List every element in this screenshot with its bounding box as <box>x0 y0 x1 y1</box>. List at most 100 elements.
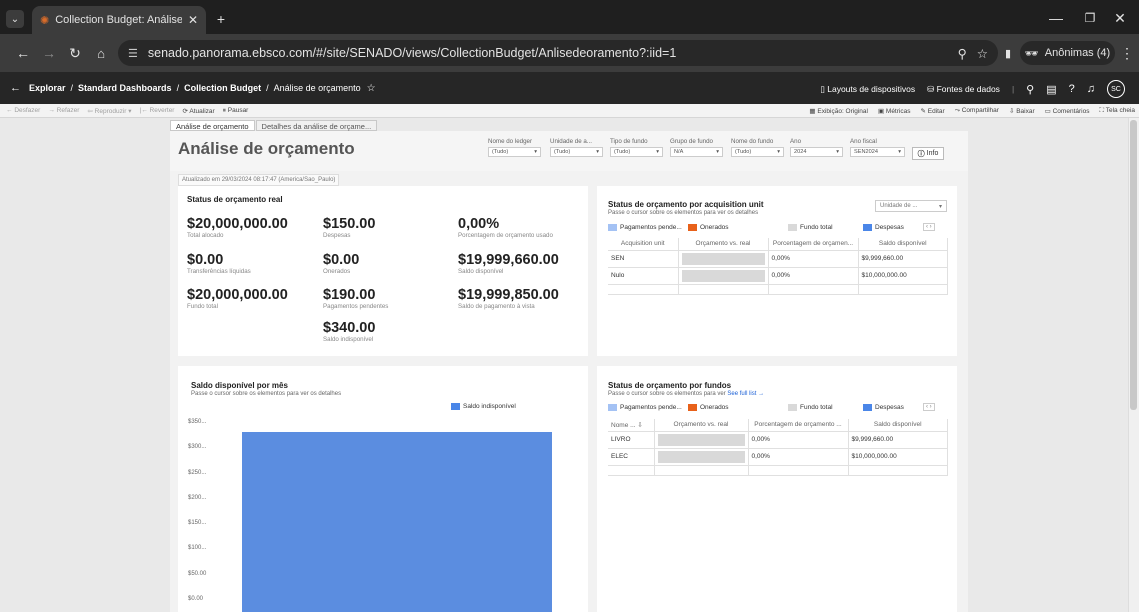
filter-ano[interactable]: Ano 2024 ▾ <box>790 138 843 157</box>
legend-item[interactable]: Onerados <box>688 403 788 411</box>
tab-search-button[interactable]: ⌄ <box>6 10 24 28</box>
filter-select[interactable]: 2024 ▾ <box>790 147 843 157</box>
kpi-value: $340.00 <box>323 320 376 336</box>
site-info-icon[interactable]: ☰ <box>128 47 138 60</box>
bell-icon[interactable]: ♫ <box>1087 83 1095 95</box>
chart-legend[interactable]: Saldo indisponível <box>451 403 516 410</box>
legend-pager-icon[interactable]: ‹ › <box>923 223 935 231</box>
kpi-label: Saldo de pagamento à vista <box>458 303 535 310</box>
replay-button[interactable]: ⇦ Reproduzir ▾ <box>87 107 131 115</box>
table-row[interactable]: LIVRO 0,00% $9,999,660.00 <box>608 431 948 449</box>
refresh-button[interactable]: ⟳ Atualizar <box>182 107 214 115</box>
browser-tab[interactable]: ✺ Collection Budget: Análise de o ✕ <box>32 6 206 34</box>
filter-select[interactable]: (Tudo) ▾ <box>488 147 541 157</box>
bookmark-star-icon[interactable]: ☆ <box>977 46 988 61</box>
redo-button[interactable]: → Refazer <box>48 107 79 114</box>
comments-button[interactable]: ▭ Comentários <box>1045 107 1090 115</box>
legend-item[interactable]: Fundo total <box>788 223 863 231</box>
filter-select[interactable]: (Tudo) ▾ <box>610 147 663 157</box>
pause-button[interactable]: ⏸ Pausar <box>223 107 249 115</box>
filter-select[interactable]: N/A ▾ <box>670 147 723 157</box>
column-header[interactable]: Porcentagem de orçamen... <box>768 238 859 251</box>
sheet-tab-detalhes[interactable]: Detalhes da análise de orçame... <box>255 120 378 131</box>
sheet-tab-analise[interactable]: Análise de orçamento <box>170 120 255 131</box>
edit-button[interactable]: ✎ Editar <box>920 107 944 115</box>
download-button[interactable]: ⇩ Baixar <box>1009 107 1035 115</box>
revert-button[interactable]: |← Reverter <box>140 107 175 114</box>
kpi-label: Total alocado <box>187 232 224 239</box>
column-header[interactable]: Saldo disponível <box>848 419 948 432</box>
browser-menu-icon[interactable]: ⋮ <box>1120 44 1134 62</box>
minimize-button[interactable]: — <box>1046 8 1066 28</box>
filter-tipo-fundo[interactable]: Tipo de fundo (Tudo) ▾ <box>610 138 663 157</box>
url-omnibox[interactable]: ☰ senado.panorama.ebsco.com/#/site/SENAD… <box>118 40 998 66</box>
tab-title: Collection Budget: Análise de o <box>55 14 182 26</box>
bar-saldo-indisponivel[interactable] <box>242 432 552 612</box>
restore-button[interactable]: ❐ <box>1080 8 1100 28</box>
zoom-icon[interactable]: ⚲ <box>958 46 967 61</box>
table-row[interactable]: ELEC 0,00% $10,000,000.00 <box>608 448 948 466</box>
legend-item[interactable]: Onerados <box>688 223 788 231</box>
metrics-button[interactable]: ▣ Métricas <box>878 107 911 115</box>
table-row[interactable]: Nulo 0,00% $10,000,000.00 <box>608 267 948 285</box>
search-icon[interactable]: ⚲ <box>1026 83 1034 96</box>
fundos-card: Status de orçamento por fundos Passe o c… <box>597 366 957 612</box>
info-button[interactable]: ⓘ Info <box>912 147 944 160</box>
breadcrumb-standard[interactable]: Standard Dashboards <box>78 83 172 93</box>
forward-icon[interactable]: → <box>40 44 58 62</box>
avatar[interactable]: SC <box>1107 80 1125 98</box>
column-header[interactable]: Nome ... ⇩ <box>608 419 655 432</box>
side-panel-icon[interactable]: ▮ <box>1000 44 1016 62</box>
legend-pager-icon[interactable]: ‹ › <box>923 403 935 411</box>
filter-nome-ledger[interactable]: Nome do ledger (Tudo) ▾ <box>488 138 541 157</box>
fontes-button[interactable]: ⛁ Fontes de dados <box>927 84 1000 95</box>
legend-item[interactable]: Despesas <box>863 403 923 411</box>
table-row[interactable]: SEN 0,00% $9,999,660.00 <box>608 250 948 268</box>
breadcrumb-collection[interactable]: Collection Budget <box>184 83 261 93</box>
close-tab-icon[interactable]: ✕ <box>188 13 198 27</box>
back-icon[interactable]: ← <box>14 44 32 62</box>
scrollbar-thumb[interactable] <box>1130 120 1137 410</box>
column-header[interactable]: Orçamento vs. real <box>654 419 749 432</box>
breadcrumb-explorar[interactable]: Explorar <box>29 83 66 93</box>
column-header[interactable]: Acquisition unit <box>608 238 679 251</box>
y-tick-label: $250... <box>188 469 207 476</box>
info-label: Info <box>926 150 939 157</box>
filter-select[interactable]: SEN2024 ▾ <box>850 147 905 157</box>
undo-button[interactable]: ← Desfazer <box>6 107 40 114</box>
share-button[interactable]: ⤳ Compartilhar <box>955 107 999 115</box>
layouts-button[interactable]: ▯ Layouts de dispositivos <box>820 84 915 95</box>
filter-ano-fiscal[interactable]: Ano fiscal SEN2024 ▾ <box>850 138 905 157</box>
reload-icon[interactable]: ↻ <box>66 44 84 62</box>
filter-nome-fundo[interactable]: Nome do fundo (Tudo) ▾ <box>731 138 784 157</box>
cell-name: Nulo <box>608 267 679 285</box>
filter-grupo-fundo[interactable]: Grupo de fundo N/A ▾ <box>670 138 723 157</box>
home-icon[interactable]: ⌂ <box>92 44 110 62</box>
fullscreen-button[interactable]: ⛶ Tela cheia <box>1099 107 1135 115</box>
help-icon[interactable]: ? <box>1069 83 1075 95</box>
back-arrow-icon[interactable]: ← <box>10 82 21 94</box>
data-details-icon[interactable]: ▤ <box>1046 83 1056 96</box>
favorite-star-icon[interactable]: ☆ <box>367 83 376 94</box>
filter-unidade[interactable]: Unidade de a... (Tudo) ▾ <box>550 138 603 157</box>
legend-item[interactable]: Pagamentos pende... <box>608 403 688 411</box>
column-header[interactable]: Porcentagem de orçamento ... <box>748 419 849 432</box>
sort-icon[interactable]: ⇩ <box>637 422 642 429</box>
incognito-badge[interactable]: 🕶 Anônimas (4) <box>1020 41 1115 65</box>
fundos-legend: Pagamentos pende... Onerados Fundo total… <box>608 403 948 411</box>
see-full-list-link[interactable]: See full list → <box>727 391 764 397</box>
legend-item[interactable]: Pagamentos pende... <box>608 223 688 231</box>
close-window-button[interactable]: ✕ <box>1110 8 1130 28</box>
new-tab-button[interactable]: + <box>212 10 230 28</box>
card-subtitle: Passe o cursor sobre os elementos para v… <box>608 391 764 397</box>
acq-unit-dropdown[interactable]: Unidade de ... ▾ <box>875 200 947 212</box>
filter-select[interactable]: (Tudo) ▾ <box>550 147 603 157</box>
legend-item[interactable]: Fundo total <box>788 403 863 411</box>
view-button[interactable]: ▦ Exibição: Original <box>809 107 868 115</box>
legend-item[interactable]: Despesas <box>863 223 923 231</box>
filter-select[interactable]: (Tudo) ▾ <box>731 147 784 157</box>
column-header[interactable]: Orçamento vs. real <box>678 238 769 251</box>
kpi-label: Fundo total <box>187 303 218 310</box>
column-header[interactable]: Saldo disponível <box>858 238 948 251</box>
budget-bar <box>657 450 745 463</box>
